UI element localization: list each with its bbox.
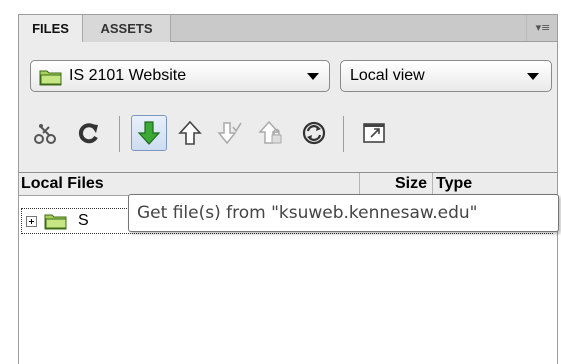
view-select-value: Local view [350,67,425,84]
expand-panel-button[interactable] [356,115,392,151]
chevron-down-icon [527,73,539,80]
panel-tab-bar: FILES ASSETS ▾≡ [18,14,558,43]
get-files-tooltip: Get file(s) from "ksuweb.kennesaw.edu" [128,194,559,232]
synchronize-button[interactable] [296,115,332,151]
column-header-local-files[interactable]: Local Files [21,173,359,196]
get-files-icon [137,121,161,145]
panel-options-menu-icon[interactable]: ▾≡ [533,20,553,36]
check-in-icon [258,120,282,144]
folder-icon [39,70,62,86]
check-out-button[interactable] [212,115,248,151]
put-files-button[interactable] [172,115,208,151]
file-list-header: Local Files Size Type [19,172,557,196]
synchronize-icon [302,121,326,145]
column-header-size[interactable]: Size [359,173,431,196]
get-files-button[interactable] [131,115,167,151]
put-files-icon [178,120,202,145]
expand-icon [363,123,385,143]
file-toolbar [18,108,558,160]
refresh-button[interactable] [71,115,107,151]
site-select-value: IS 2101 Website [69,67,187,84]
tab-files[interactable]: FILES [18,14,83,43]
check-out-icon [217,122,242,145]
view-select[interactable]: Local view [340,60,552,92]
toolbar-separator [119,116,120,152]
site-select[interactable]: IS 2101 Website [30,60,330,92]
tab-assets[interactable]: ASSETS [83,14,171,43]
expand-tree-icon[interactable] [26,216,37,227]
connect-button[interactable] [28,115,64,151]
column-header-type[interactable]: Type [432,173,556,196]
files-panel: FILES ASSETS ▾≡ IS 2101 Website Local vi… [0,0,561,364]
list-item-name: S [78,212,89,229]
toolbar-separator [343,116,344,152]
check-in-button[interactable] [254,115,290,151]
folder-icon [44,214,67,230]
refresh-icon [78,123,98,144]
chevron-down-icon [307,73,319,80]
connect-icon [34,124,56,144]
tab-bar-spacer [171,15,527,41]
